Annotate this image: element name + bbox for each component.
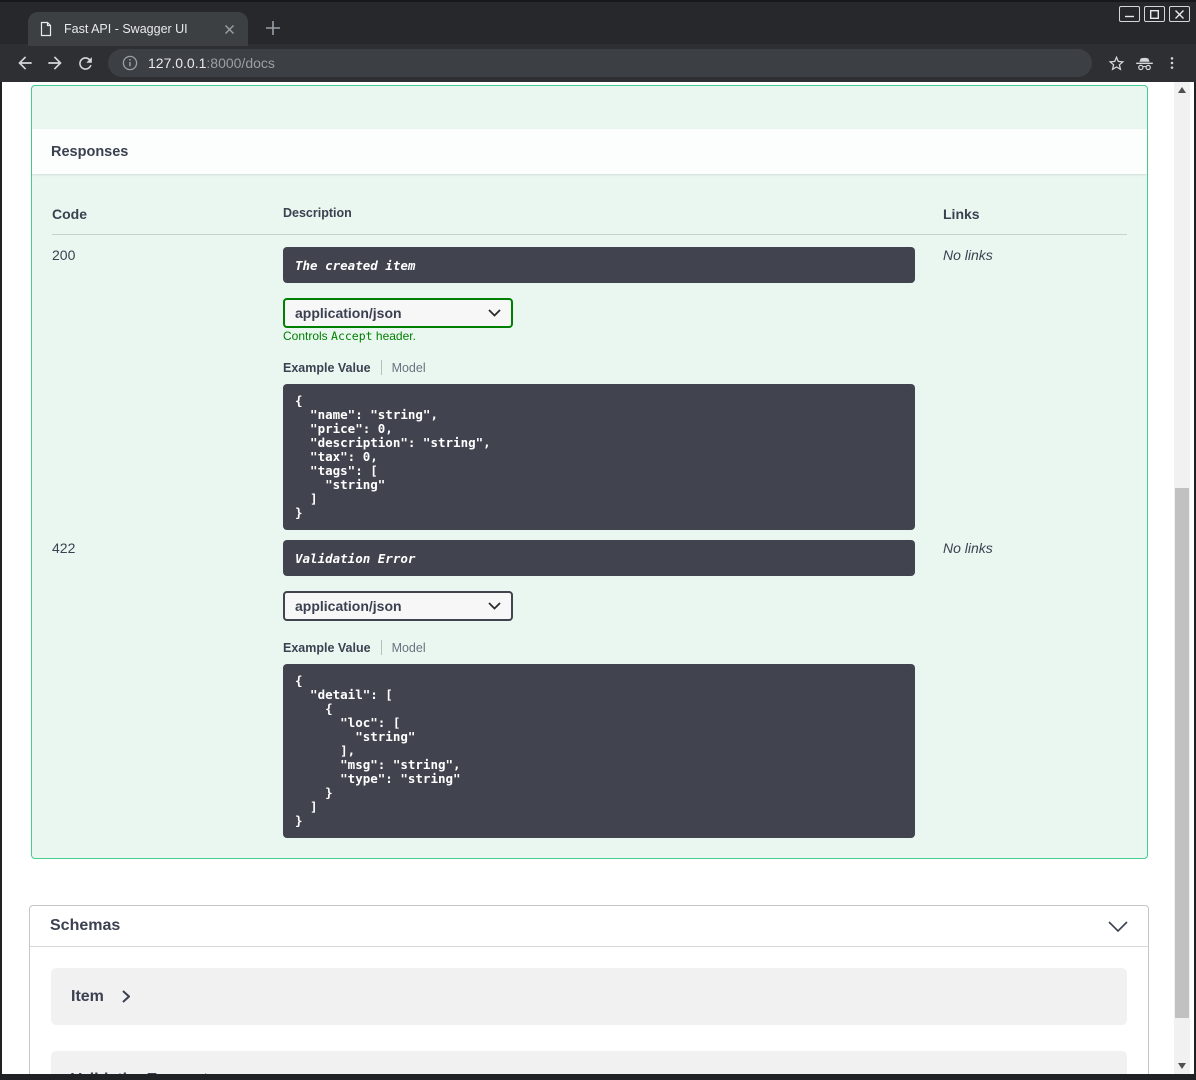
hint-code: Accept — [331, 329, 373, 343]
media-type-value: application/json — [295, 598, 402, 614]
tab-example-value[interactable]: Example Value — [283, 641, 371, 655]
response-description-block: The created item — [283, 247, 915, 283]
example-model-tabs: Example Value Model — [283, 360, 943, 375]
model-validationerror[interactable]: ValidationError — [51, 1051, 1127, 1074]
incognito-icon — [1130, 49, 1158, 77]
minimize-button[interactable] — [1119, 6, 1140, 22]
chevron-right-icon — [204, 1073, 212, 1074]
page-favicon-icon — [38, 21, 54, 37]
tab-separator — [380, 360, 382, 375]
response-links: No links — [943, 540, 993, 556]
scrollbar-up-arrow-icon[interactable] — [1174, 82, 1190, 98]
chevron-down-icon[interactable] — [1108, 920, 1128, 932]
response-links: No links — [943, 247, 993, 263]
accept-header-hint: Controls Accept header. — [283, 330, 943, 343]
response-code: 422 — [52, 540, 76, 556]
column-header-links: Links — [943, 206, 980, 222]
back-button[interactable] — [10, 48, 40, 78]
response-description-cell: Validation Error application/json Exampl… — [283, 530, 943, 838]
example-model-tabs: Example Value Model — [283, 640, 943, 655]
url-text: 127.0.0.1:8000/docs — [148, 55, 275, 71]
tab-close-icon[interactable] — [220, 20, 238, 38]
media-type-select[interactable]: application/json — [283, 591, 513, 621]
hint-prefix: Controls — [283, 329, 332, 343]
opblock-top-padding — [32, 86, 1147, 129]
tab-model[interactable]: Model — [392, 641, 426, 655]
response-row-422: 422 Validation Error application/json Ex… — [52, 530, 1127, 838]
page-content: Responses Code Description Links 200 The… — [2, 82, 1194, 1074]
media-type-select[interactable]: application/json — [283, 298, 513, 328]
scrollbar-down-arrow-icon[interactable] — [1174, 1058, 1190, 1074]
responses-section-header: Responses — [32, 129, 1147, 174]
model-item[interactable]: Item — [51, 968, 1127, 1025]
schemas-header[interactable]: Schemas — [30, 906, 1148, 947]
example-json-block: { "name": "string", "price": 0, "descrip… — [283, 384, 915, 530]
window-controls — [1119, 6, 1190, 22]
tab-title: Fast API - Swagger UI — [64, 22, 188, 36]
response-description-text: The created item — [295, 257, 416, 273]
maximize-button[interactable] — [1144, 6, 1165, 22]
browser-menu-icon[interactable] — [1158, 49, 1186, 77]
url-host: 127.0.0.1 — [148, 55, 207, 71]
model-name: Item — [71, 987, 104, 1005]
tab-model[interactable]: Model — [392, 361, 426, 375]
schemas-section: Schemas Item ValidationError — [29, 905, 1149, 1074]
chevron-right-icon — [122, 990, 130, 1003]
url-bar[interactable]: 127.0.0.1:8000/docs — [108, 49, 1092, 77]
chevron-down-icon — [488, 602, 501, 610]
column-header-code: Code — [52, 206, 87, 222]
url-path: :8000/docs — [206, 55, 275, 71]
tab-strip: Fast API - Swagger UI — [0, 0, 1196, 46]
browser-tab[interactable]: Fast API - Swagger UI — [28, 12, 248, 46]
responses-table: Code Description Links 200 The created i… — [32, 174, 1147, 858]
model-name: ValidationError — [71, 1071, 186, 1075]
vertical-scrollbar[interactable] — [1174, 82, 1190, 1074]
media-type-value: application/json — [295, 305, 402, 321]
tab-separator — [380, 640, 382, 655]
response-code: 200 — [52, 247, 76, 263]
hint-suffix: header. — [372, 329, 416, 343]
scrollbar-thumb[interactable] — [1175, 488, 1189, 1018]
schemas-models: Item ValidationError — [30, 947, 1148, 1074]
new-tab-button[interactable] — [260, 15, 286, 41]
close-window-button[interactable] — [1169, 6, 1190, 22]
browser-toolbar: 127.0.0.1:8000/docs — [0, 44, 1196, 82]
response-description-block: Validation Error — [283, 540, 915, 576]
site-info-icon[interactable] — [122, 55, 138, 71]
responses-title: Responses — [51, 143, 129, 160]
chevron-down-icon — [488, 309, 501, 317]
responses-opblock: Responses Code Description Links 200 The… — [31, 85, 1148, 859]
response-description-cell: The created item application/json Contro… — [283, 235, 943, 530]
responses-table-header: Code Description Links — [52, 174, 1127, 235]
forward-button[interactable] — [40, 48, 70, 78]
schemas-title: Schemas — [50, 917, 121, 934]
browser-window: Fast API - Swagger UI 127.0.0.1:8000/doc… — [0, 0, 1196, 1080]
column-header-description: Description — [283, 206, 352, 220]
response-description-text: Validation Error — [295, 550, 416, 566]
response-row-200: 200 The created item application/json Co… — [52, 235, 1127, 530]
bookmark-star-icon[interactable] — [1102, 49, 1130, 77]
example-json-block: { "detail": [ { "loc": [ "string" ], "ms… — [283, 664, 915, 838]
reload-button[interactable] — [70, 48, 100, 78]
tab-example-value[interactable]: Example Value — [283, 361, 371, 375]
